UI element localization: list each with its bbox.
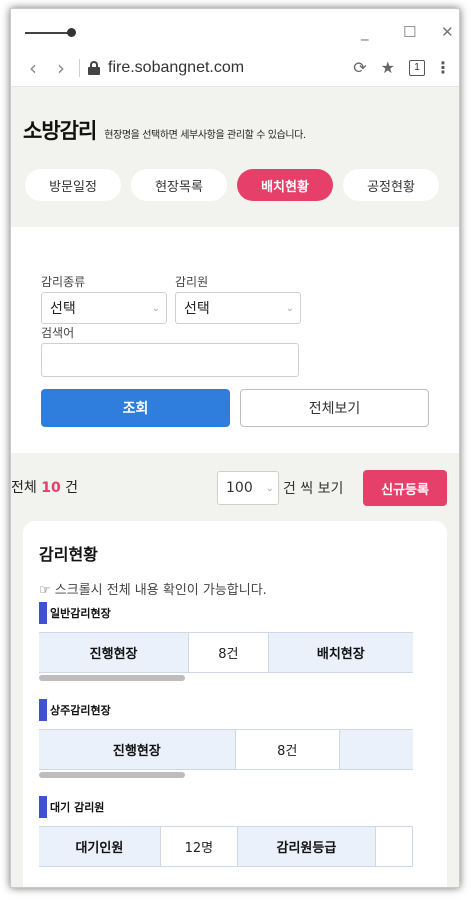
table-header: 감리원등급 [237, 826, 376, 867]
search-button[interactable]: 조회 [41, 389, 230, 427]
inspector-label: 감리원 [175, 275, 209, 289]
tab-visit-schedule[interactable]: 방문일정 [25, 169, 121, 201]
keyword-label: 검색어 [41, 326, 75, 340]
page-description: 현장명을 선택하면 세부사항을 관리할 수 있습니다. [104, 130, 306, 141]
filter-panel: 감리종류 선택 ⌄ 감리원 선택 ⌄ 검색어 조회 전체보기 [11, 227, 459, 453]
table-cell [374, 826, 413, 867]
maximize-icon[interactable]: ☐ [403, 24, 416, 40]
inspector-select[interactable]: 선택 ⌄ [175, 292, 301, 324]
per-page-select[interactable]: 100 ⌄ [217, 471, 279, 505]
chevron-down-icon: ⌄ [151, 302, 160, 314]
table-cell: 12명 [159, 826, 238, 867]
back-icon[interactable]: ‹ [19, 56, 47, 80]
list-toolbar: 전체 10 건 100 ⌄ 건 씩 보기 신규등록 [11, 453, 459, 521]
new-register-button[interactable]: 신규등록 [363, 470, 447, 506]
section-resident: 상주감리현장 [39, 699, 447, 721]
table-header: 진행현장 [39, 729, 236, 770]
table-cell: 8건 [188, 632, 269, 673]
section-waiting: 대기 감리원 [39, 796, 447, 818]
total-count: 전체 10 건 [11, 480, 79, 496]
status-table: 진행현장 8건 배치현장 [39, 632, 413, 673]
page-title: 소방감리 [23, 119, 97, 143]
total-number: 10 [41, 480, 61, 496]
type-label: 감리종류 [41, 275, 86, 289]
browser-window: _ ☐ ✕ ‹ › fire.sobangnet.com ⟳ ★ 1 ⋮ 소방감… [10, 8, 460, 888]
filter-row: 감리종류 선택 ⌄ 감리원 선택 ⌄ [41, 273, 429, 324]
view-all-button[interactable]: 전체보기 [240, 389, 429, 427]
section-label: 상주감리현장 [50, 704, 111, 717]
inspector-group: 감리원 선택 ⌄ [175, 273, 301, 324]
table-row: 진행현장 8건 배치현장 [39, 632, 413, 673]
table-header [339, 729, 413, 770]
table-cell: 8건 [234, 729, 340, 770]
tab-progress-status[interactable]: 공정현황 [343, 169, 439, 201]
tab-dot-icon[interactable] [67, 28, 76, 37]
status-table: 대기인원 12명 감리원등급 [39, 826, 413, 867]
bookmark-star-icon[interactable]: ★ [381, 58, 395, 77]
section-marker [39, 602, 47, 624]
hero-section: 소방감리 현장명을 선택하면 세부사항을 관리할 수 있습니다. 방문일정 현장… [11, 87, 459, 227]
section-marker [39, 796, 47, 818]
inspector-select-value: 선택 [184, 301, 210, 317]
minimize-icon[interactable]: _ [361, 24, 369, 40]
page-header: 소방감리 현장명을 선택하면 세부사항을 관리할 수 있습니다. [23, 115, 447, 145]
title-bar: _ ☐ ✕ [11, 9, 459, 49]
table-row: 대기인원 12명 감리원등급 [39, 826, 413, 867]
status-table: 진행현장 8건 [39, 729, 413, 770]
horizontal-scrollbar[interactable] [39, 675, 185, 681]
type-group: 감리종류 선택 ⌄ [41, 273, 167, 324]
scroll-area[interactable]: 진행현장 8건 배치현장 [39, 624, 413, 673]
section-label: 일반감리현장 [50, 607, 111, 620]
per-page-value: 100 [226, 480, 253, 496]
keyword-group: 검색어 [41, 324, 429, 377]
tab-site-list[interactable]: 현장목록 [131, 169, 227, 201]
table-row: 진행현장 8건 [39, 729, 413, 770]
scroll-area[interactable]: 진행현장 8건 [39, 721, 413, 770]
tab-bar: 방문일정 현장목록 배치현황 공정현황 [23, 169, 447, 201]
status-card: 감리현황 ☞ 스크롤시 전체 내용 확인이 가능합니다. 일반감리현장 진행현장… [23, 521, 447, 887]
table-header: 진행현장 [39, 632, 189, 673]
type-select[interactable]: 선택 ⌄ [41, 292, 167, 324]
lock-icon[interactable] [88, 60, 100, 75]
close-icon[interactable]: ✕ [441, 24, 454, 40]
reload-icon[interactable]: ⟳ [353, 58, 366, 77]
section-marker [39, 699, 47, 721]
per-page-label: 건 씩 보기 [283, 481, 344, 497]
filter-buttons: 조회 전체보기 [41, 389, 429, 427]
url-text[interactable]: fire.sobangnet.com [108, 59, 339, 77]
divider [79, 58, 80, 77]
type-select-value: 선택 [50, 301, 76, 317]
forward-icon[interactable]: › [47, 56, 75, 80]
horizontal-scrollbar[interactable] [39, 772, 185, 778]
status-title: 감리현황 [39, 545, 98, 564]
section-label: 대기 감리원 [50, 801, 105, 814]
scroll-area[interactable]: 대기인원 12명 감리원등급 [39, 818, 413, 867]
tab-count-icon[interactable]: 1 [409, 59, 425, 76]
page-content: 소방감리 현장명을 선택하면 세부사항을 관리할 수 있습니다. 방문일정 현장… [11, 87, 459, 887]
tab-placement-status[interactable]: 배치현황 [237, 169, 333, 201]
tab-indicator [25, 32, 69, 34]
section-general: 일반감리현장 [39, 602, 447, 624]
table-header: 배치현장 [268, 632, 413, 673]
menu-icon[interactable]: ⋮ [435, 58, 451, 77]
scroll-hint: ☞ 스크롤시 전체 내용 확인이 가능합니다. [39, 583, 267, 598]
chevron-down-icon: ⌄ [265, 482, 274, 494]
keyword-input[interactable] [41, 343, 299, 377]
chevron-down-icon: ⌄ [285, 302, 294, 314]
table-header: 대기인원 [39, 826, 161, 867]
address-bar: ‹ › fire.sobangnet.com ⟳ ★ 1 ⋮ [11, 49, 459, 87]
